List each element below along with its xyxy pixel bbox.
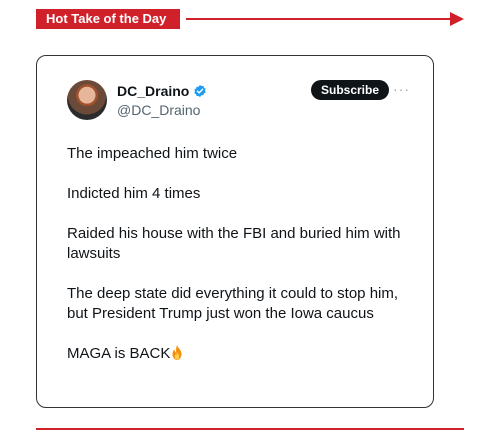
tweet-card: DC_Draino @DC_Draino Subscribe ··· The i… (36, 55, 434, 408)
tweet-paragraph-last: MAGA is BACK (67, 344, 407, 364)
avatar[interactable] (67, 80, 107, 120)
tweet-paragraph: Indicted him 4 times (67, 185, 201, 202)
hot-take-label: Hot Take of the Day (36, 9, 181, 29)
tweet-text: The impeached him twice Indicted him 4 t… (67, 144, 407, 364)
bottom-divider-line (36, 428, 464, 430)
tweet-paragraph-text: MAGA is BACK (67, 345, 171, 362)
subscribe-button[interactable]: Subscribe (311, 80, 390, 100)
display-name[interactable]: DC_Draino (117, 83, 189, 99)
fire-icon (172, 345, 182, 360)
user-handle[interactable]: @DC_Draino (117, 102, 207, 118)
tweet-paragraph: The deep state did everything it could t… (67, 285, 399, 322)
user-info: DC_Draino @DC_Draino (117, 82, 207, 118)
tweet-paragraph: Raided his house with the FBI and buried… (67, 225, 401, 262)
arrow-right-icon (450, 12, 464, 26)
hot-take-header: Hot Take of the Day (36, 9, 464, 29)
display-name-row: DC_Draino (117, 82, 207, 100)
header-divider-line (186, 18, 450, 20)
verified-badge-icon (194, 84, 207, 98)
more-options-icon[interactable]: ··· (393, 81, 410, 97)
tweet-paragraph: The impeached him twice (67, 145, 238, 162)
